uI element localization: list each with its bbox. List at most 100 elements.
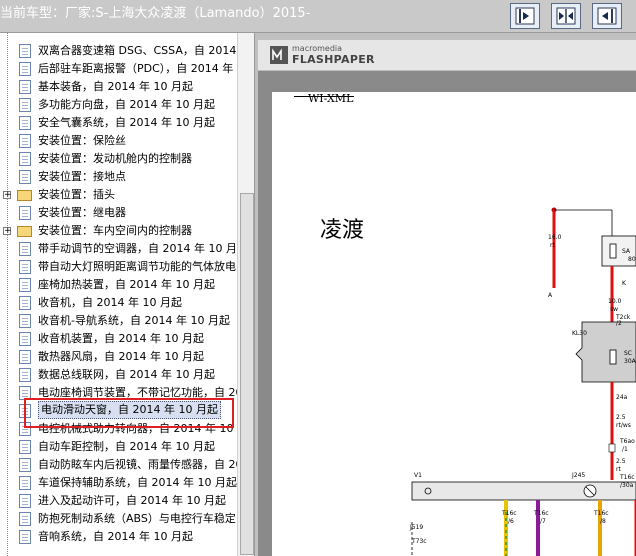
tree-item-label: 安全气囊系统，自 2014 年 10 月起	[38, 116, 215, 129]
tree-item-label: 收音机-导航系统，自 2014 年 10 月起	[38, 314, 230, 327]
tree-item-label: 带自动大灯照明距离调节功能的气体放电	[38, 260, 236, 273]
split-view-icon	[556, 7, 576, 25]
tree-item-label: 车道保持辅助系统，自 2014 年 10 月起	[38, 476, 237, 489]
tree-item-label: 进入及起动许可，自 2014 年 10 月起	[38, 494, 226, 507]
tree-item-label: 安装位置：发动机舱内的控制器	[38, 152, 192, 165]
macromedia-logo-icon	[270, 46, 288, 64]
current-vehicle-title: 当前车型：厂家:S-上海大众凌渡（Lamando）2015-	[0, 6, 311, 21]
title-bar: 当前车型：厂家:S-上海大众凌渡（Lamando）2015-	[0, 0, 636, 33]
fuse-sc	[609, 349, 617, 365]
document-icon	[19, 206, 31, 220]
wire-label: 16.0	[548, 234, 562, 241]
wire-label: T16c	[534, 510, 549, 517]
document-icon	[19, 278, 31, 292]
wire-label: rt	[550, 242, 555, 249]
wire-label: J519	[410, 524, 424, 531]
tree-item-label: 数据总线联网，自 2014 年 10 月起	[38, 368, 215, 381]
flashpaper-viewer: macromedia FLASHPAPER WI-XML 凌渡 16.0 rt …	[258, 40, 636, 556]
document-icon	[19, 440, 31, 454]
tree-guide-line	[7, 33, 8, 556]
tree-item-label: 自动防眩车内后视镜、雨量传感器，自 20	[38, 458, 243, 471]
tree-item-label: 安装位置：车内空间内的控制器	[38, 224, 192, 237]
wire-label: 80	[628, 256, 636, 263]
wire-label: V1	[414, 472, 422, 479]
wire-label: /1	[622, 446, 628, 453]
wire-label: SC	[624, 350, 632, 357]
wire-label: SA	[622, 248, 631, 255]
wire-label: J245	[572, 472, 586, 479]
wire-label: 2.5	[616, 414, 626, 421]
wire-label: 2.5	[616, 458, 626, 465]
tree-item-label: 座椅加热装置，自 2014 年 10 月起	[38, 278, 215, 291]
document-icon	[19, 134, 31, 148]
brand-top-text: macromedia	[292, 44, 343, 53]
tree-scrollbar[interactable]	[237, 33, 254, 556]
tree-item-label: 安装位置：保险丝	[38, 134, 126, 147]
selection-highlight-box	[24, 398, 234, 428]
document-icon	[19, 332, 31, 346]
wire-label: /2	[616, 320, 622, 327]
document-icon	[19, 98, 31, 112]
expand-toggle-icon[interactable]: +	[3, 227, 12, 236]
tree-item-label: 安装位置：插头	[38, 188, 115, 201]
expand-toggle-icon[interactable]: +	[3, 191, 12, 200]
document-icon	[19, 512, 31, 526]
tree-item-label: 多功能方向盘，自 2014 年 10 月起	[38, 98, 215, 111]
document-icon	[19, 314, 31, 328]
wire-label: 30A	[624, 358, 636, 365]
collapse-right-button[interactable]	[592, 3, 622, 29]
wire-label: /8	[600, 518, 606, 525]
wire-label: T16c	[594, 510, 609, 517]
document-icon	[19, 80, 31, 94]
document-icon	[19, 116, 31, 130]
document-icon	[19, 530, 31, 544]
tree-item-label: 安装位置：接地点	[38, 170, 126, 183]
tree-item-label: 收音机装置，自 2014 年 10 月起	[38, 332, 204, 345]
split-view-button[interactable]	[551, 3, 581, 29]
wire-label: /6	[508, 518, 514, 525]
wire-label: rt	[616, 466, 621, 473]
wire-label: sw	[610, 306, 619, 313]
wire-label: T16c	[502, 510, 517, 517]
connector-t6ao	[608, 443, 616, 453]
wire-label: T16c	[620, 474, 635, 481]
tree-item-label: 自动车距控制，自 2014 年 10 月起	[38, 440, 215, 453]
document-page: WI-XML 凌渡 16.0 rt A SA 80 K 10.0 sw T2ck…	[272, 92, 636, 556]
wire-label: 24a	[616, 394, 628, 401]
document-icon	[19, 350, 31, 364]
document-icon	[19, 242, 31, 256]
document-icon	[19, 296, 31, 310]
tree-item-label: 带手动调节的空调器，自 2014 年 10 月	[38, 242, 237, 255]
wire-label: T73c	[412, 538, 427, 545]
wire-label: A	[548, 292, 553, 299]
document-tree[interactable]: 双离合器变速箱 DSG、CSSA，自 2014 年后部驻车距离报警（PDC），自…	[0, 33, 255, 556]
wiring-diagram	[411, 207, 636, 556]
folder-icon	[17, 226, 32, 237]
document-icon	[19, 260, 31, 274]
folder-icon	[17, 190, 32, 201]
wire-label: /30a	[620, 482, 634, 489]
collapse-right-icon	[597, 7, 617, 25]
control-unit-j245	[411, 481, 636, 501]
scrollbar-thumb[interactable]	[240, 193, 254, 555]
wire-label: 10.0	[608, 298, 622, 305]
fuse-sa	[609, 243, 617, 259]
tree-item-label: 双离合器变速箱 DSG、CSSA，自 2014 年	[38, 44, 251, 57]
document-icon	[19, 44, 31, 58]
document-icon	[19, 62, 31, 76]
document-icon	[19, 458, 31, 472]
document-icon	[19, 476, 31, 490]
collapse-left-icon	[515, 7, 535, 25]
wire-label: /7	[540, 518, 546, 525]
flashpaper-toolbar: macromedia FLASHPAPER	[258, 40, 636, 71]
document-icon	[19, 170, 31, 184]
document-icon	[19, 152, 31, 166]
wire-label: rt/ws	[616, 422, 631, 429]
document-icon	[19, 494, 31, 508]
wire-label: KL30	[572, 330, 587, 337]
brand-bottom-text: FLASHPAPER	[292, 53, 375, 66]
wire-label: K	[622, 280, 626, 287]
tree-item-label: 收音机，自 2014 年 10 月起	[38, 296, 182, 309]
document-icon	[19, 368, 31, 382]
collapse-left-button[interactable]	[510, 3, 540, 29]
